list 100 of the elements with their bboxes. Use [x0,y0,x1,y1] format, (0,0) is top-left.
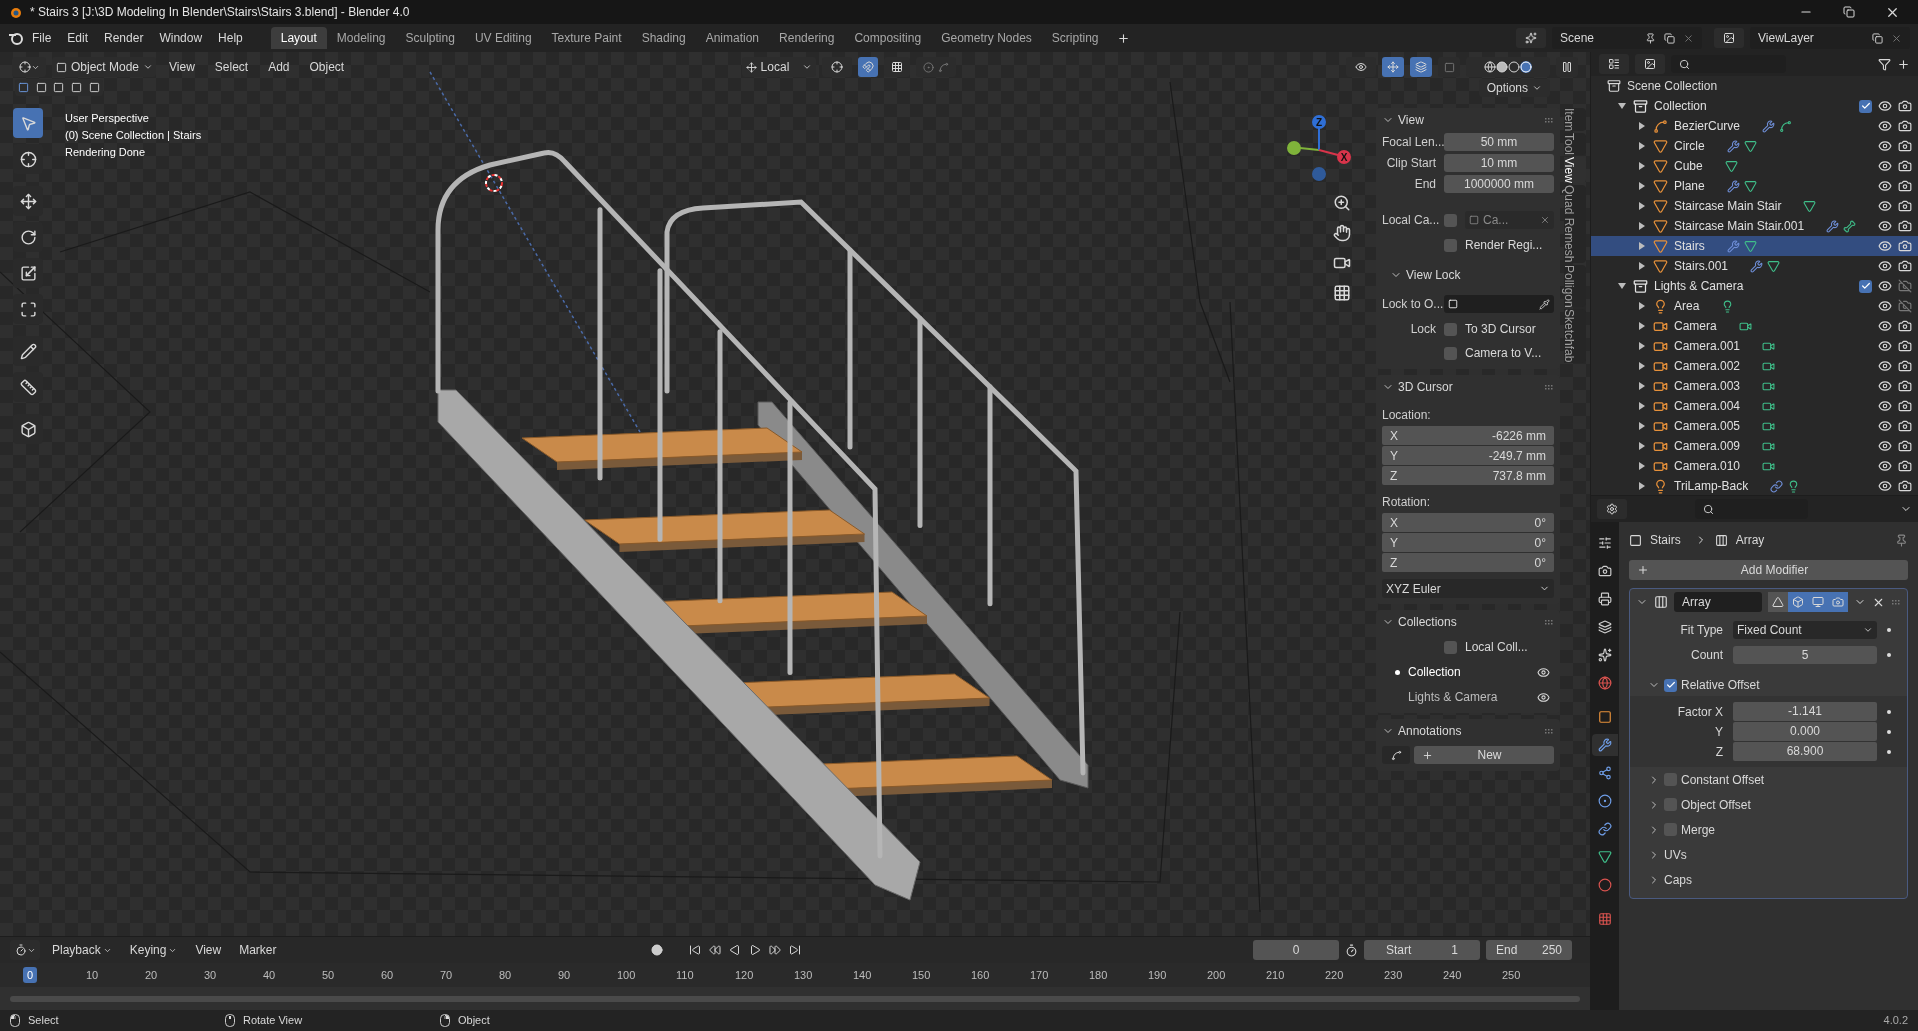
factor-field[interactable]: -1.141 [1733,702,1877,721]
checkbox-label[interactable]: Camera to V... [1465,344,1542,362]
menu-item[interactable]: View [162,58,202,76]
outliner-row[interactable]: Camera.003 [1591,376,1918,396]
panel-title[interactable]: 3D Cursor [1398,378,1453,396]
sidebar-tab[interactable]: Quad Remesh [1564,185,1586,263]
outliner-row[interactable]: Camera.009 [1591,436,1918,456]
mode-dropdown[interactable]: Object Mode [52,57,156,77]
checkbox-label[interactable]: To 3D Cursor [1465,320,1536,338]
outliner-row[interactable]: Camera.005 [1591,416,1918,436]
camera-field[interactable]: Ca... [1465,211,1554,229]
subpanel-title[interactable]: View Lock [1406,266,1461,284]
panel-title[interactable]: View [1398,111,1424,129]
number-field[interactable]: 10 mm [1444,154,1554,172]
end-frame-field[interactable]: End 250 [1486,940,1572,960]
sidebar-tab[interactable]: View [1564,157,1586,184]
subpanel-title[interactable]: Caps [1664,870,1692,889]
vector-field[interactable]: Y 0° [1382,533,1554,552]
count-field[interactable]: 5 [1733,646,1877,664]
collection-name[interactable]: Lights & Camera [1408,688,1498,706]
outliner-row[interactable]: Staircase Main Stair.001 [1591,216,1918,236]
outliner-row[interactable]: Stairs [1591,236,1918,256]
subpanel-title[interactable]: Relative Offset [1681,676,1760,694]
subpanel-title[interactable]: UVs [1664,845,1687,864]
workspace-tab[interactable]: Scripting [1041,27,1109,49]
checkbox-label[interactable]: Render Regi... [1465,236,1543,254]
factor-field[interactable]: 0.000 [1733,722,1877,741]
workspace-tab[interactable]: Animation [695,27,770,49]
modifier-name-field[interactable]: Array [1674,592,1762,612]
options-dropdown[interactable]: Options [1478,79,1550,97]
workspace-tab[interactable]: Geometry Nodes [931,27,1042,49]
subpanel-title[interactable]: Constant Offset [1681,770,1765,789]
checkbox-label[interactable]: Local Coll... [1465,638,1528,656]
number-field[interactable]: 50 mm [1444,133,1554,151]
vector-field[interactable]: Y -249.7 mm [1382,446,1554,465]
add-modifier-button[interactable]: Add Modifier [1629,560,1908,580]
outliner-row[interactable]: Camera.004 [1591,396,1918,416]
panel-title[interactable]: Annotations [1398,722,1462,740]
timeline-menu[interactable]: View [189,941,228,959]
outliner-row[interactable]: Collection [1591,96,1918,116]
outliner-row[interactable]: Camera [1591,316,1918,336]
vector-field[interactable]: X -6226 mm [1382,426,1554,445]
view-layer-field[interactable]: ViewLayer [1750,27,1910,49]
field-label: End [1413,176,1437,193]
menu-item[interactable]: Add [261,58,297,76]
panel-title[interactable]: Collections [1398,613,1457,631]
subpanel-title[interactable]: Merge [1681,820,1715,839]
start-frame-field[interactable]: Start 1 [1364,940,1480,960]
outliner-row[interactable]: BezierCurve [1591,116,1918,136]
workspace-tab[interactable]: Compositing [844,27,932,49]
sidebar-tab[interactable]: Sketchfab [1564,309,1586,363]
workspace-tab[interactable]: Texture Paint [541,27,632,49]
outliner-row[interactable]: Camera.001 [1591,336,1918,356]
outliner-row[interactable]: Area [1591,296,1918,316]
vector-field[interactable]: X 0° [1382,513,1554,532]
sidebar-tab[interactable]: Tool [1564,133,1586,156]
workspace-tab[interactable]: Sculpting [395,27,465,49]
breadcrumb-item[interactable]: Stairs [1650,531,1681,549]
outliner-row[interactable]: Staircase Main Stair [1591,196,1918,216]
workspace-tab[interactable]: Modeling [326,27,396,49]
scene-field[interactable]: Scene [1552,27,1702,49]
vector-field[interactable]: Z 0° [1382,553,1554,572]
vector-field[interactable]: Z 737.8 mm [1382,466,1554,485]
menu-item[interactable]: Help [210,29,251,47]
breadcrumb-item[interactable]: Array [1735,531,1765,549]
menu-item[interactable]: Window [151,29,211,47]
sidebar-tab[interactable]: Item [1564,108,1586,132]
rotation-mode-dropdown[interactable]: XYZ Euler [1382,579,1554,598]
current-frame-field[interactable]: 0 [1253,940,1339,960]
x-axis-handle[interactable]: X [1318,149,1351,164]
sidebar-tab[interactable]: Polligon [1564,264,1586,308]
fit-type-dropdown[interactable]: Fixed Count [1733,621,1877,639]
outliner-row[interactable]: Circle [1591,136,1918,156]
outliner-row[interactable]: Lights & Camera [1591,276,1918,296]
orientation-dropdown[interactable]: Local [741,57,816,77]
workspace-tab[interactable]: Layout [270,27,327,49]
outliner-row[interactable]: Camera.010 [1591,456,1918,476]
collection-name[interactable]: Collection [1408,663,1461,681]
timeline-menu[interactable]: Playback [46,941,118,959]
outliner-row[interactable]: Plane [1591,176,1918,196]
menu-item[interactable]: Select [207,58,256,76]
timeline-menu[interactable]: Keying [123,941,184,959]
menu-item[interactable]: Edit [59,29,97,47]
outliner-item-name: Camera.002 [1674,358,1741,375]
menu-item[interactable]: Render [96,29,152,47]
new-annotation-button[interactable]: New [1414,746,1554,764]
factor-field[interactable]: 68.900 [1733,742,1877,761]
outliner-row[interactable]: Camera.002 [1591,356,1918,376]
number-field[interactable]: 1000000 mm [1444,175,1554,193]
z-axis-handle[interactable]: Z [1312,115,1326,151]
workspace-tab[interactable]: UV Editing [464,27,542,49]
menu-item[interactable]: File [24,29,60,47]
timeline-menu[interactable]: Marker [233,941,283,959]
outliner-row[interactable]: Stairs.001 [1591,256,1918,276]
workspace-tab[interactable]: Rendering [769,27,845,49]
outliner-row[interactable]: Cube [1591,156,1918,176]
frame-label[interactable]: 0 [23,966,38,984]
menu-item[interactable]: Object [302,58,352,76]
subpanel-title[interactable]: Object Offset [1681,795,1751,814]
workspace-tab[interactable]: Shading [631,27,696,49]
